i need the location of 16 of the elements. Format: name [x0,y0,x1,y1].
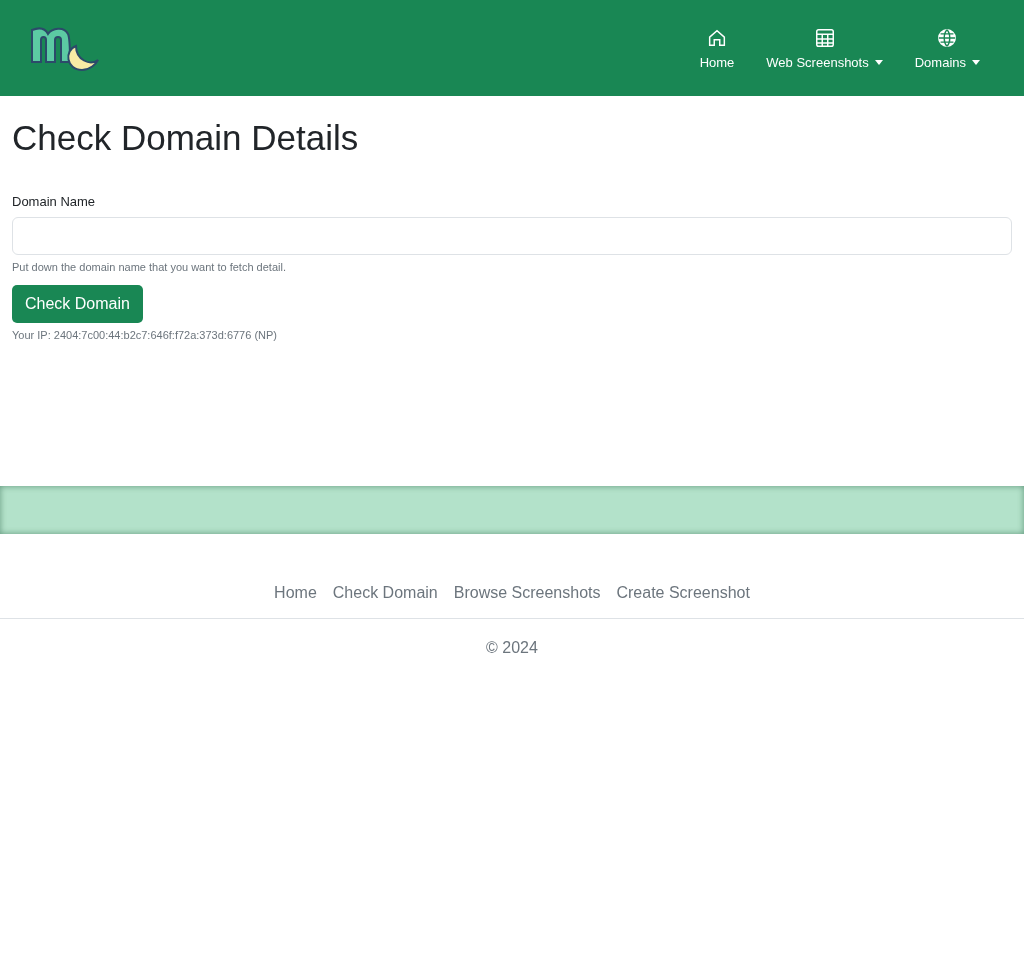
footer-link[interactable]: Check Domain [332,584,438,602]
footer-link[interactable]: Home [274,584,317,602]
footer-link[interactable]: Create Screenshot [616,584,750,602]
page-title: Check Domain Details [12,118,360,158]
nav-link[interactable]: Home [699,26,735,70]
nav-link[interactable]: Domains [914,26,980,70]
ip-text: Your IP: 2404:7c00:44:b2c7:646f:f72a:373d:6776 (NP) [12,329,278,341]
globe-icon [936,26,959,49]
field-label: Domain Name [12,194,97,209]
check-domain-button[interactable]: Check Domain [12,285,143,323]
table-icon [813,26,836,49]
footer-link[interactable]: Browse Screenshots [453,584,601,602]
copyright-text: © 2024 [485,639,539,657]
domain-input-field[interactable] [12,217,1012,255]
help-text: Put down the domain name that you want to fetch detail. [12,261,287,273]
nav-link[interactable]: Web Screenshots [766,26,883,70]
